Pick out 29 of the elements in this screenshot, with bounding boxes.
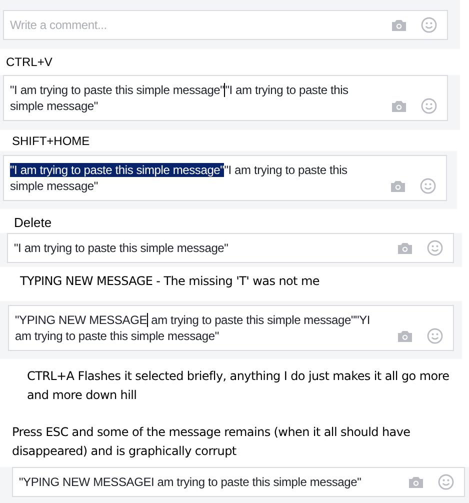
comment-field[interactable]: "I am trying to paste this simple message""I am trying to paste this simple message" — [3, 75, 448, 121]
camera-icon[interactable] — [397, 242, 413, 254]
comment-field[interactable]: "YPING NEW MESSAGEI am trying to paste this simple message" — [12, 467, 465, 497]
smiley-icon[interactable] — [427, 240, 443, 256]
step-caption: CTRL+A Flashes it selected briefly, anything I do just makes it all go more and more down hill — [26, 368, 450, 404]
camera-icon[interactable] — [391, 18, 407, 32]
smiley-icon[interactable] — [427, 328, 443, 344]
comment-text: "I am trying to paste this simple message""I am trying to paste this simple message" — [10, 82, 350, 114]
smiley-icon[interactable] — [421, 17, 437, 33]
smiley-icon[interactable] — [421, 98, 437, 114]
step-caption: TYPING NEW MESSAGE - The missing 'T' was not me — [19, 273, 320, 290]
placeholder-text: Write a comment... — [10, 17, 108, 33]
comment-text: "YPING NEW MESSAGE am trying to paste this simple message""YI am trying to paste this simple message" — [15, 312, 372, 344]
step-caption: Press ESC and some of the message remains (when it all should have disappeared) and is graphically corrupt — [11, 424, 412, 460]
smiley-icon[interactable] — [438, 474, 454, 490]
step-caption: Delete — [13, 214, 53, 232]
camera-icon[interactable] — [390, 180, 406, 192]
step-caption: CTRL+V — [5, 54, 54, 71]
comment-field[interactable]: "YPING NEW MESSAGE am trying to paste this simple message""YI am trying to paste this simple message" — [8, 305, 454, 351]
smiley-icon[interactable] — [420, 178, 436, 194]
comment-text: "YPING NEW MESSAGEI am trying to paste this simple message" — [19, 474, 362, 490]
step-caption: SHIFT+HOME — [11, 133, 91, 150]
comment-field[interactable]: "I am trying to paste this simple message""I am trying to paste this simple message" — [3, 155, 447, 201]
camera-icon[interactable] — [408, 476, 424, 488]
comment-field[interactable]: "I am trying to paste this simple message" — [7, 233, 454, 263]
camera-icon[interactable] — [397, 330, 413, 342]
comment-text: "I am trying to paste this simple message""I am trying to paste this simple message" — [10, 162, 348, 194]
comment-text: "I am trying to paste this simple message" — [14, 240, 230, 256]
camera-icon[interactable] — [391, 100, 407, 112]
